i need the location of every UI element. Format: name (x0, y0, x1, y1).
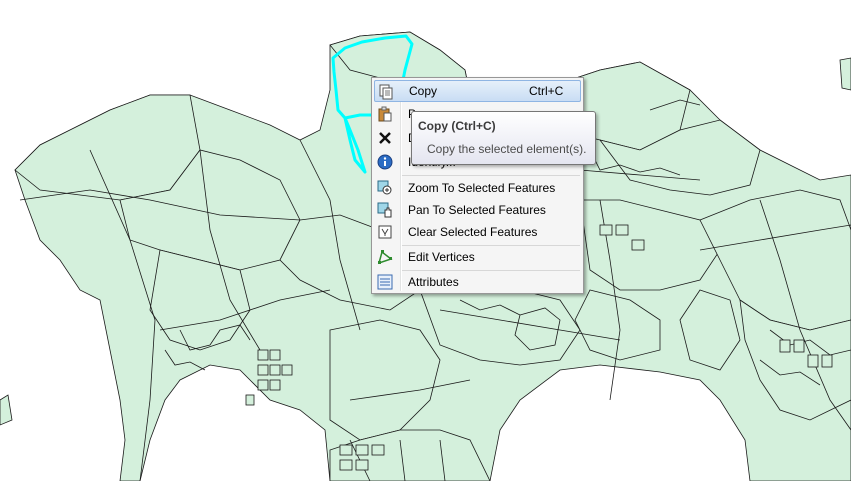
menu-item-zoom-to-selected[interactable]: Zoom To Selected Features (374, 177, 581, 199)
menu-item-shortcut: Ctrl+C (529, 84, 564, 98)
identify-icon (377, 154, 393, 170)
clear-selection-icon (377, 224, 393, 240)
menu-item-attributes[interactable]: Attributes (374, 271, 581, 293)
menu-item-label: Zoom To Selected Features (408, 181, 556, 195)
menu-item-clear-selected[interactable]: Clear Selected Features (374, 221, 581, 243)
menu-item-label: Pan To Selected Features (408, 203, 546, 217)
menu-item-label: Attributes (408, 275, 459, 289)
menu-item-pan-to-selected[interactable]: Pan To Selected Features (374, 199, 581, 221)
delete-icon (377, 130, 393, 146)
context-menu: Copy Ctrl+C P D Identify... Zoom To Sele… (371, 77, 584, 294)
menu-item-label: Edit Vertices (408, 250, 475, 264)
edit-vertices-icon (377, 249, 393, 265)
menu-item-copy[interactable]: Copy Ctrl+C (374, 80, 581, 102)
attributes-icon (377, 274, 393, 290)
menu-item-label: Copy (409, 84, 438, 98)
tooltip-body: Copy the selected element(s). (427, 142, 587, 156)
menu-separator (402, 175, 580, 176)
copy-tooltip: Copy (Ctrl+C) Copy the selected element(… (411, 111, 596, 165)
menu-item-edit-vertices[interactable]: Edit Vertices (374, 246, 581, 268)
tooltip-title: Copy (Ctrl+C) (418, 119, 496, 133)
pan-to-selected-icon (377, 202, 393, 218)
menu-item-label: Clear Selected Features (408, 225, 538, 239)
zoom-to-selected-icon (377, 180, 393, 196)
paste-icon (377, 106, 393, 122)
copy-icon (378, 84, 394, 100)
